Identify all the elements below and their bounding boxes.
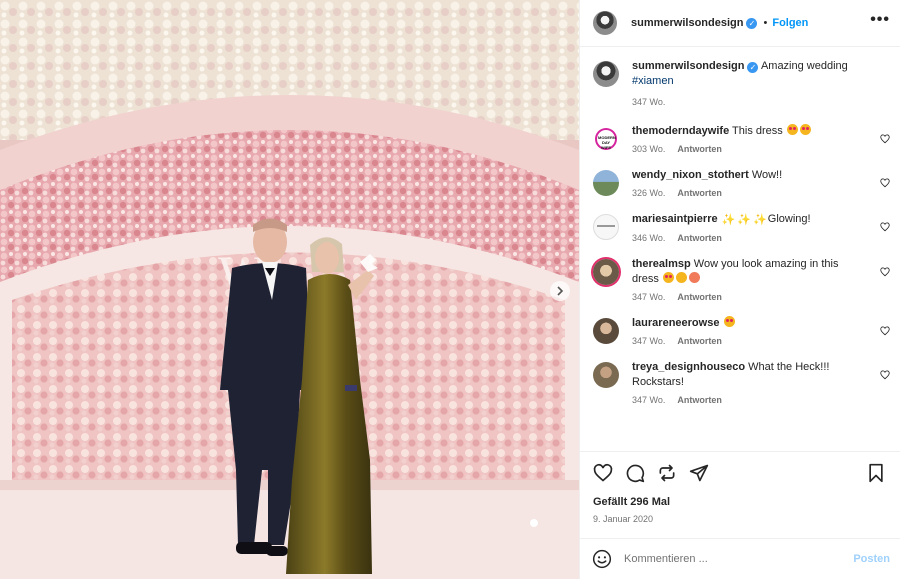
comment-item: laurareneerowse 347 Wo. Antworten xyxy=(593,316,890,349)
more-options-icon[interactable]: ••• xyxy=(870,12,890,31)
post-header: summerwilsondesign ✓ • Folgen ••• xyxy=(580,0,900,47)
chevron-right-icon xyxy=(557,286,564,296)
kiss-emoji-icon xyxy=(675,272,687,283)
comment-avatar[interactable] xyxy=(593,362,619,388)
comment-time: 346 Wo. xyxy=(632,233,666,243)
comment-username[interactable]: therealmsp xyxy=(632,258,691,270)
reply-button[interactable]: Antworten xyxy=(677,292,722,302)
reply-button[interactable]: Antworten xyxy=(677,188,722,198)
like-button[interactable] xyxy=(593,463,613,483)
reply-button[interactable]: Antworten xyxy=(677,336,722,346)
heart-icon xyxy=(593,463,613,482)
caption-username[interactable]: summerwilsondesign xyxy=(632,60,744,72)
comment-username[interactable]: laurareneerowse xyxy=(632,317,719,329)
bookmark-icon xyxy=(869,463,883,483)
like-comment-heart-icon[interactable] xyxy=(880,134,890,144)
reply-button[interactable]: Antworten xyxy=(677,233,722,243)
comment-username[interactable]: themoderndaywife xyxy=(632,125,729,137)
comment-composer: Posten xyxy=(580,538,900,579)
comment-avatar[interactable] xyxy=(593,170,619,196)
caption-text: Amazing wedding xyxy=(760,60,848,72)
post-comment-button[interactable]: Posten xyxy=(853,553,890,565)
post-photo[interactable]: W xyxy=(0,0,579,579)
comment-username[interactable]: treya_designhouseco xyxy=(632,361,745,373)
sparkles-emoji-icon: ✨ xyxy=(721,214,736,226)
comment-time: 347 Wo. xyxy=(632,292,666,302)
post-image: W xyxy=(0,0,579,579)
next-image-button[interactable] xyxy=(550,281,570,301)
comment-time: 326 Wo. xyxy=(632,188,666,198)
comment-item: treya_designhouseco What the Heck!!! Roc… xyxy=(593,360,890,408)
comment-avatar[interactable] xyxy=(593,259,619,285)
like-comment-heart-icon[interactable] xyxy=(880,370,890,380)
like-comment-heart-icon[interactable] xyxy=(880,326,890,336)
comment-button[interactable] xyxy=(625,463,645,483)
caption-time: 347 Wo. xyxy=(632,97,666,107)
comment-avatar[interactable]: MODERN DAY WIFE xyxy=(593,126,619,152)
save-button[interactable] xyxy=(866,463,886,483)
caption-avatar[interactable] xyxy=(593,61,619,87)
like-comment-heart-icon[interactable] xyxy=(880,267,890,277)
emoji-icon[interactable] xyxy=(592,549,612,569)
like-comment-heart-icon[interactable] xyxy=(880,222,890,232)
owner-username[interactable]: summerwilsondesign xyxy=(631,17,743,29)
likes-count[interactable]: Gefällt 296 Mal xyxy=(593,496,886,508)
comment-username[interactable]: wendy_nixon_stothert xyxy=(632,169,749,181)
comment-item: mariesaintpierre ✨ ✨ ✨Glowing! 346 Wo. Antw… xyxy=(593,212,890,246)
heart-eyes-emoji-icon xyxy=(799,124,811,135)
separator-dot: • xyxy=(763,17,768,29)
comments-list[interactable]: summerwilsondesign ✓ Amazing wedding #xia… xyxy=(580,47,900,451)
sparkles-emoji-icon: ✨ xyxy=(737,214,752,226)
send-button[interactable] xyxy=(689,463,709,483)
share-icon xyxy=(659,464,675,482)
verified-badge-icon: ✓ xyxy=(747,62,759,73)
avatar-logo-text: MODERN DAY WIFE xyxy=(598,135,616,150)
comment-time: 347 Wo. xyxy=(632,336,666,346)
post-side-panel: summerwilsondesign ✓ • Folgen ••• summer… xyxy=(579,0,900,579)
comment-username[interactable]: mariesaintpierre xyxy=(632,213,718,225)
follow-button[interactable]: Folgen xyxy=(772,17,808,29)
share-button[interactable] xyxy=(657,463,677,483)
comment-time: 347 Wo. xyxy=(632,395,666,405)
heart-eyes-emoji-icon xyxy=(723,316,735,327)
comment-text: Glowing! xyxy=(767,213,811,225)
comment-item: MODERN DAY WIFE themoderndaywife This dr… xyxy=(593,124,890,157)
post-date: 9. Januar 2020 xyxy=(593,514,654,524)
reply-button[interactable]: Antworten xyxy=(677,144,722,154)
reply-button[interactable]: Antworten xyxy=(677,395,722,405)
verified-badge-icon: ✓ xyxy=(746,17,758,29)
instagram-post-view: W xyxy=(0,0,900,579)
action-icons-row xyxy=(593,462,886,484)
comment-text: Wow!! xyxy=(751,169,783,181)
blush-emoji-icon xyxy=(688,272,700,283)
sparkles-emoji-icon: ✨ xyxy=(753,214,767,226)
heart-eyes-emoji-icon xyxy=(662,272,674,283)
caption-hashtag[interactable]: #xiamen xyxy=(632,75,674,87)
comment-input[interactable] xyxy=(624,553,854,565)
comment-item: wendy_nixon_stothert Wow!! 326 Wo. Antwor… xyxy=(593,168,890,201)
like-comment-heart-icon[interactable] xyxy=(880,178,890,188)
post-actions: Gefällt 296 Mal 9. Januar 2020 xyxy=(580,451,900,524)
comment-avatar[interactable] xyxy=(593,214,619,240)
heart-eyes-emoji-icon xyxy=(786,124,798,135)
comment-item: therealmsp Wow you look amazing in this … xyxy=(593,257,890,305)
comment-text: This dress xyxy=(732,125,783,137)
comment-avatar[interactable] xyxy=(593,318,619,344)
owner-avatar[interactable] xyxy=(593,11,617,35)
comment-icon xyxy=(626,464,645,483)
send-icon xyxy=(689,464,709,482)
comment-time: 303 Wo. xyxy=(632,144,666,154)
caption: summerwilsondesign ✓ Amazing wedding #xia… xyxy=(593,59,890,110)
